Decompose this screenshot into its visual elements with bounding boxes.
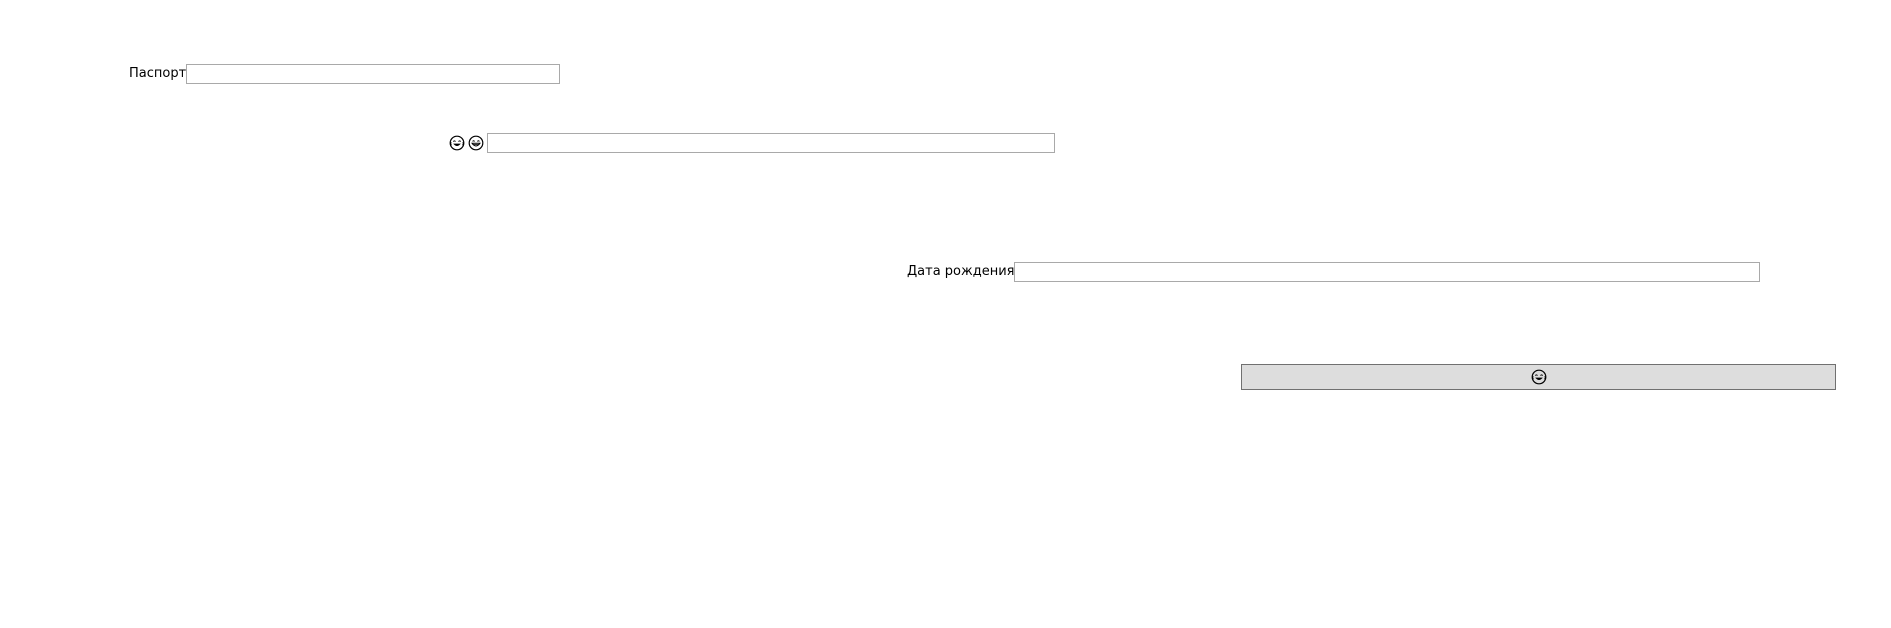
laughing-tears-face-icon bbox=[449, 135, 465, 151]
birth-date-row: Дата рождения bbox=[907, 262, 1761, 282]
emoji-row bbox=[449, 133, 1055, 153]
birth-date-input[interactable] bbox=[1014, 262, 1761, 282]
passport-input[interactable] bbox=[186, 64, 561, 84]
submit-button[interactable] bbox=[1241, 364, 1836, 390]
passport-label: Паспорт bbox=[129, 66, 187, 81]
birth-date-label: Дата рождения bbox=[907, 264, 1015, 279]
passport-row: Паспорт bbox=[129, 64, 561, 84]
grinning-face-icon bbox=[468, 135, 484, 151]
emoji-text-input[interactable] bbox=[487, 133, 1055, 153]
laughing-tears-face-icon bbox=[1531, 369, 1547, 385]
